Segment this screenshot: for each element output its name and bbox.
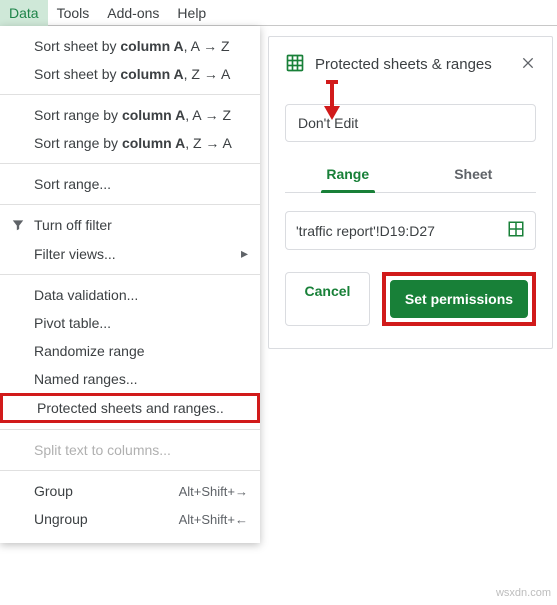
sheets-icon (285, 53, 305, 76)
panel-title: Protected sheets & ranges (315, 56, 510, 73)
menu-sort-range-az[interactable]: Sort range by column A, A → Z (0, 101, 260, 129)
tab-range[interactable]: Range (285, 156, 411, 192)
menu-addons[interactable]: Add-ons (98, 0, 168, 26)
menu-data[interactable]: Data (0, 0, 48, 26)
menu-help[interactable]: Help (168, 0, 215, 26)
menu-turn-off-filter[interactable]: Turn off filter (0, 211, 260, 239)
menu-sort-sheet-az[interactable]: Sort sheet by column A, A → Z (0, 32, 260, 60)
menu-split-text: Split text to columns... (0, 436, 260, 464)
separator (0, 204, 260, 205)
data-menu-dropdown: Sort sheet by column A, A → Z Sort sheet… (0, 26, 260, 543)
annotation-arrow-icon (320, 80, 344, 123)
tab-sheet[interactable]: Sheet (411, 156, 537, 192)
button-row: Cancel Set permissions (285, 272, 536, 326)
watermark: wsxdn.com (496, 587, 551, 599)
menu-named-ranges[interactable]: Named ranges... (0, 365, 260, 393)
menu-tools[interactable]: Tools (48, 0, 99, 26)
menu-group[interactable]: Group Alt+Shift+→ (0, 477, 260, 505)
protected-ranges-panel: Protected sheets & ranges Range Sheet 't… (268, 36, 553, 349)
menubar: Data Tools Add-ons Help (0, 0, 557, 26)
separator (0, 470, 260, 471)
separator (0, 94, 260, 95)
separator (0, 429, 260, 430)
cancel-button[interactable]: Cancel (285, 272, 370, 326)
filter-icon (10, 217, 26, 233)
menu-ungroup[interactable]: Ungroup Alt+Shift+← (0, 505, 260, 533)
menu-data-validation[interactable]: Data validation... (0, 281, 260, 309)
menu-sort-range-za[interactable]: Sort range by column A, Z → A (0, 129, 260, 157)
menu-sort-range[interactable]: Sort range... (0, 170, 260, 198)
tabs: Range Sheet (285, 156, 536, 193)
menu-randomize-range[interactable]: Randomize range (0, 337, 260, 365)
separator (0, 274, 260, 275)
shortcut-label: Alt+Shift+→ (179, 484, 248, 499)
menu-filter-views[interactable]: Filter views... ▸ (0, 239, 260, 268)
panel-header: Protected sheets & ranges (285, 53, 536, 76)
menu-pivot-table[interactable]: Pivot table... (0, 309, 260, 337)
menu-protected-sheets-ranges[interactable]: Protected sheets and ranges.. (0, 393, 260, 423)
highlight-annotation: Set permissions (382, 272, 536, 326)
submenu-arrow-icon: ▸ (241, 245, 248, 262)
shortcut-label: Alt+Shift+← (179, 512, 248, 527)
separator (0, 163, 260, 164)
range-input-row[interactable]: 'traffic report'!D19:D27 (285, 211, 536, 250)
select-range-icon[interactable] (507, 220, 525, 241)
set-permissions-button[interactable]: Set permissions (390, 280, 528, 318)
range-value: 'traffic report'!D19:D27 (296, 223, 507, 239)
menu-sort-sheet-za[interactable]: Sort sheet by column A, Z → A (0, 60, 260, 88)
close-icon[interactable] (520, 55, 536, 74)
